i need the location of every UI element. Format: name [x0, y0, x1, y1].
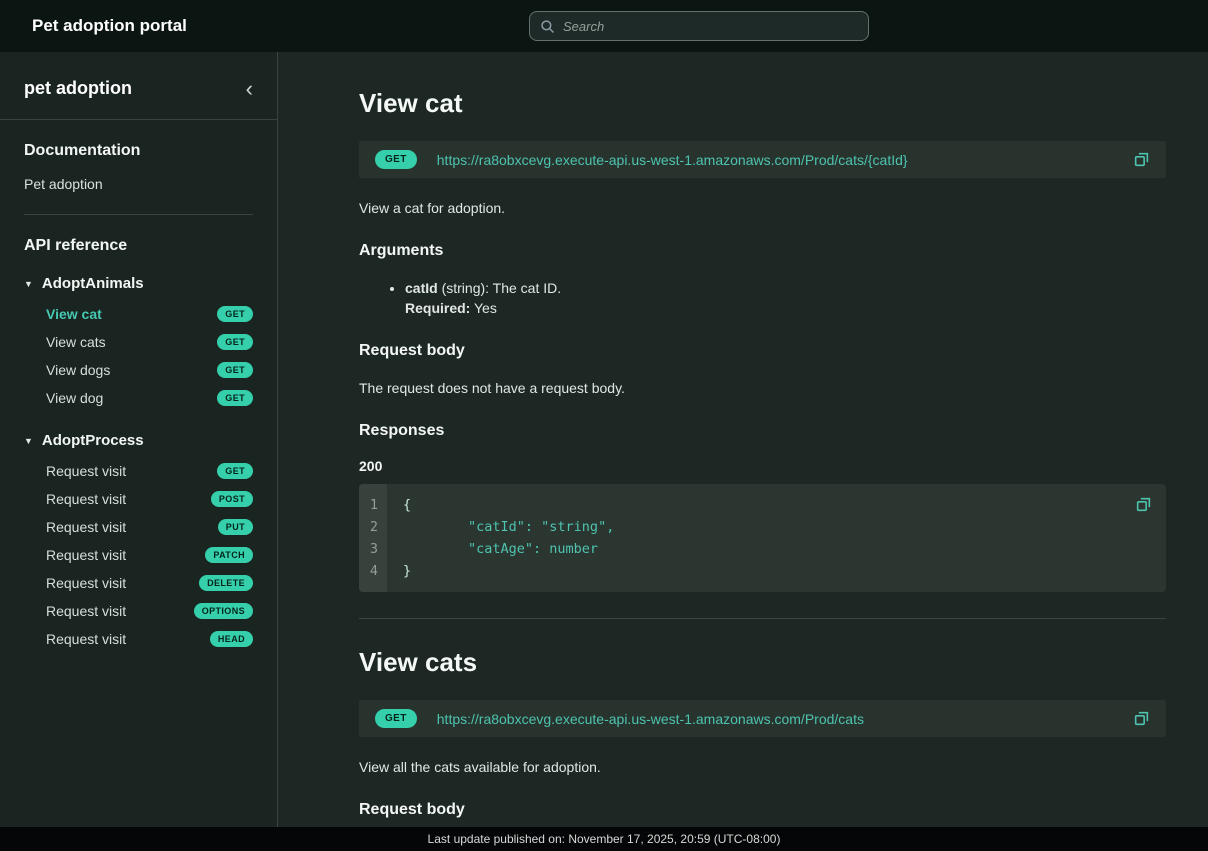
- argument-description: (string): The cat ID.: [438, 280, 561, 296]
- method-badge: DELETE: [199, 575, 253, 591]
- last-update-text: Last update published on: November 17, 2…: [428, 832, 781, 846]
- search-icon: [540, 19, 555, 34]
- sidebar-item-view-dogs[interactable]: View dogs GET: [24, 356, 253, 384]
- group-adopt-process[interactable]: ▼ AdoptProcess: [24, 432, 253, 449]
- endpoint-bar: GET https://ra8obxcevg.execute-api.us-we…: [359, 141, 1166, 178]
- method-badge: GET: [375, 709, 417, 728]
- code-line-numbers: 1 2 3 4: [359, 484, 387, 592]
- nav-item-label: View dog: [46, 390, 103, 406]
- app-root: Pet adoption portal pet adoption ‹ Docum…: [0, 0, 1208, 851]
- documentation-heading: Documentation: [24, 142, 253, 160]
- nav-item-label: Request visit: [46, 519, 126, 535]
- method-badge: PATCH: [205, 547, 253, 563]
- api-reference-section: API reference ▼ AdoptAnimals View cat GE…: [0, 215, 277, 653]
- request-body-text: The request does not have a request body…: [359, 378, 1166, 398]
- response-code-block: 1 2 3 4 { "catId": "string", "catAge": n…: [359, 484, 1166, 592]
- search-box[interactable]: [529, 11, 869, 41]
- sidebar-item-request-visit-post[interactable]: Request visit POST: [24, 485, 253, 513]
- sidebar-item-request-visit-get[interactable]: Request visit GET: [24, 457, 253, 485]
- request-body-heading: Request body: [359, 342, 1166, 360]
- group-adopt-animals[interactable]: ▼ AdoptAnimals: [24, 275, 253, 292]
- footer: Last update published on: November 17, 2…: [0, 827, 1208, 851]
- adopt-process-items: Request visit GET Request visit POST Req…: [24, 457, 253, 653]
- main-content: View cat GET https://ra8obxcevg.execute-…: [278, 52, 1208, 851]
- nav-item-label: View cat: [46, 306, 102, 322]
- nav-item-label: View cats: [46, 334, 106, 350]
- arguments-list: catId (string): The cat ID. Required: Ye…: [359, 278, 1166, 318]
- method-badge: OPTIONS: [194, 603, 253, 619]
- operation-view-cat: View cat GET https://ra8obxcevg.execute-…: [359, 88, 1166, 592]
- line-number: 2: [365, 516, 378, 538]
- section-divider: [359, 618, 1166, 619]
- endpoint-url-link[interactable]: https://ra8obxcevg.execute-api.us-west-1…: [437, 152, 908, 168]
- argument-required-value: Yes: [470, 300, 496, 316]
- sidebar: pet adoption ‹ Documentation Pet adoptio…: [0, 52, 278, 851]
- sidebar-item-view-dog[interactable]: View dog GET: [24, 384, 253, 412]
- sidebar-item-request-visit-delete[interactable]: Request visit DELETE: [24, 569, 253, 597]
- documentation-section: Documentation Pet adoption: [0, 120, 277, 192]
- method-badge: GET: [217, 306, 253, 322]
- api-reference-heading: API reference: [24, 237, 253, 255]
- argument-item: catId (string): The cat ID. Required: Ye…: [405, 278, 1166, 318]
- nav-item-label: Request visit: [46, 491, 126, 507]
- code-line: }: [403, 560, 1166, 582]
- collapse-sidebar-icon[interactable]: ‹: [242, 82, 257, 96]
- method-badge: PUT: [218, 519, 253, 535]
- responses-heading: Responses: [359, 422, 1166, 440]
- operation-title: View cat: [359, 88, 1166, 119]
- sidebar-item-request-visit-options[interactable]: Request visit OPTIONS: [24, 597, 253, 625]
- argument-required-label: Required:: [405, 300, 470, 316]
- code-line: "catAge": number: [403, 538, 1166, 560]
- copy-icon[interactable]: [1135, 496, 1152, 513]
- page-body: pet adoption ‹ Documentation Pet adoptio…: [0, 52, 1208, 851]
- method-badge: GET: [375, 150, 417, 169]
- operation-description: View all the cats available for adoption…: [359, 757, 1166, 777]
- method-badge: GET: [217, 390, 253, 406]
- endpoint-bar: GET https://ra8obxcevg.execute-api.us-we…: [359, 700, 1166, 737]
- sidebar-item-view-cats[interactable]: View cats GET: [24, 328, 253, 356]
- request-body-heading: Request body: [359, 801, 1166, 819]
- copy-icon[interactable]: [1133, 151, 1150, 168]
- operation-view-cats: View cats GET https://ra8obxcevg.execute…: [359, 647, 1166, 851]
- argument-name: catId: [405, 280, 438, 296]
- sidebar-item-pet-adoption[interactable]: Pet adoption: [24, 176, 253, 192]
- nav-item-label: Request visit: [46, 463, 126, 479]
- code-lines: { "catId": "string", "catAge": number }: [387, 484, 1166, 592]
- sidebar-item-request-visit-head[interactable]: Request visit HEAD: [24, 625, 253, 653]
- sidebar-header: pet adoption ‹: [0, 52, 277, 119]
- copy-icon[interactable]: [1133, 710, 1150, 727]
- code-line: {: [403, 494, 1166, 516]
- method-badge: GET: [217, 362, 253, 378]
- group-label: AdoptProcess: [42, 432, 144, 449]
- nav-item-label: Request visit: [46, 547, 126, 563]
- top-navigation-bar: Pet adoption portal: [0, 0, 1208, 52]
- method-badge: GET: [217, 463, 253, 479]
- portal-title: Pet adoption portal: [32, 16, 187, 36]
- caret-down-icon: ▼: [24, 279, 33, 289]
- nav-item-label: Request visit: [46, 603, 126, 619]
- operation-title: View cats: [359, 647, 1166, 678]
- endpoint-url-link[interactable]: https://ra8obxcevg.execute-api.us-west-1…: [437, 711, 864, 727]
- nav-item-label: View dogs: [46, 362, 110, 378]
- sidebar-item-request-visit-put[interactable]: Request visit PUT: [24, 513, 253, 541]
- sidebar-title: pet adoption: [24, 78, 132, 99]
- caret-down-icon: ▼: [24, 436, 33, 446]
- line-number: 3: [365, 538, 378, 560]
- nav-item-label: Request visit: [46, 631, 126, 647]
- operation-description: View a cat for adoption.: [359, 198, 1166, 218]
- method-badge: GET: [217, 334, 253, 350]
- group-label: AdoptAnimals: [42, 275, 144, 292]
- line-number: 4: [365, 560, 378, 582]
- search-input[interactable]: [563, 19, 858, 34]
- method-badge: POST: [211, 491, 253, 507]
- code-line: "catId": "string",: [403, 516, 1166, 538]
- line-number: 1: [365, 494, 378, 516]
- arguments-heading: Arguments: [359, 242, 1166, 260]
- method-badge: HEAD: [210, 631, 253, 647]
- response-status-code: 200: [359, 458, 1166, 474]
- nav-item-label: Request visit: [46, 575, 126, 591]
- sidebar-item-request-visit-patch[interactable]: Request visit PATCH: [24, 541, 253, 569]
- adopt-animals-items: View cat GET View cats GET View dogs GET…: [24, 300, 253, 412]
- sidebar-item-view-cat[interactable]: View cat GET: [24, 300, 253, 328]
